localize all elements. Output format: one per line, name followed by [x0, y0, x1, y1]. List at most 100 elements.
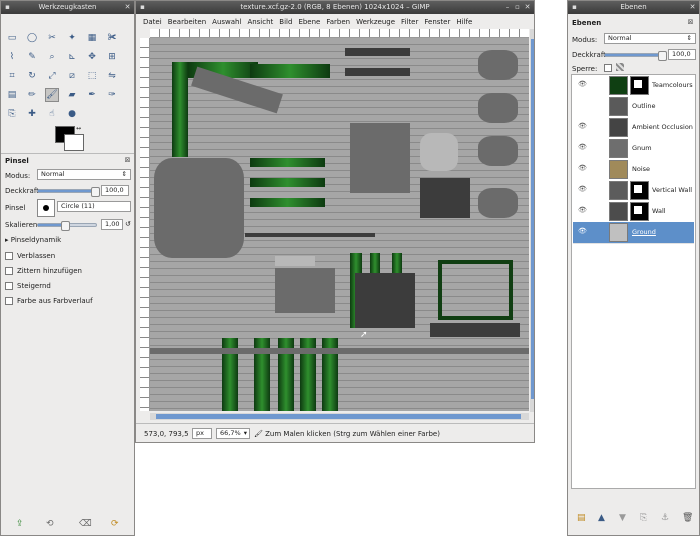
- color-select-icon[interactable]: ▦: [85, 31, 99, 45]
- lower-layer-icon[interactable]: ▼: [619, 513, 626, 523]
- delete-options-icon[interactable]: ⌫: [79, 519, 92, 529]
- panel-close-icon[interactable]: ⊠: [123, 156, 132, 165]
- layer-row[interactable]: Outline: [573, 96, 694, 118]
- layer-thumbnail[interactable]: [609, 118, 628, 137]
- close-icon[interactable]: ✕: [123, 3, 132, 12]
- scale-icon[interactable]: ⤢: [45, 69, 59, 83]
- visibility-eye-icon[interactable]: 👁: [578, 228, 587, 235]
- layer-row[interactable]: 👁 Ambient Occlusion: [573, 117, 694, 139]
- perspective-icon[interactable]: ⬚: [85, 69, 99, 83]
- color-picker-icon[interactable]: ✎: [25, 50, 39, 64]
- menu-ansicht[interactable]: Ansicht: [244, 16, 276, 28]
- menu-auswahl[interactable]: Auswahl: [209, 16, 244, 28]
- shear-icon[interactable]: ⧄: [65, 69, 79, 83]
- lock-alpha-icon[interactable]: [616, 63, 624, 71]
- visibility-eye-icon[interactable]: 👁: [578, 81, 587, 88]
- menu-werkzeuge[interactable]: Werkzeuge: [353, 16, 398, 28]
- ellipse-select-icon[interactable]: ◯: [25, 31, 39, 45]
- layers-opacity-slider[interactable]: [604, 51, 667, 61]
- menu-ebene[interactable]: Ebene: [295, 16, 323, 28]
- layer-thumbnail[interactable]: [609, 97, 628, 116]
- scale-spinbox[interactable]: 1,00: [101, 219, 123, 230]
- menu-farben[interactable]: Farben: [323, 16, 353, 28]
- option-jitter[interactable]: Zittern hinzufügen: [5, 267, 82, 275]
- layers-titlebar[interactable]: ▪ Ebenen ✕: [568, 1, 699, 14]
- layer-name[interactable]: Gnum: [632, 144, 652, 152]
- checkbox[interactable]: [5, 297, 13, 305]
- layer-name[interactable]: Teamcolours: [652, 81, 693, 89]
- new-layer-icon[interactable]: ▤: [577, 513, 586, 523]
- layer-row[interactable]: 👁 Wall: [573, 201, 694, 223]
- anchor-layer-icon[interactable]: ⚓: [661, 513, 669, 523]
- top-ruler[interactable]: [150, 29, 529, 38]
- brush-name-field[interactable]: Circle (11): [57, 201, 131, 212]
- window-menu-icon[interactable]: ▪: [138, 3, 147, 12]
- layer-name[interactable]: Ground: [632, 228, 656, 236]
- menu-bild[interactable]: Bild: [276, 16, 295, 28]
- flip-icon[interactable]: ⇋: [105, 69, 119, 83]
- save-options-icon[interactable]: ⇪: [16, 519, 24, 529]
- visibility-eye-icon[interactable]: 👁: [578, 165, 587, 172]
- minimize-icon[interactable]: –: [503, 3, 512, 12]
- clone-icon[interactable]: ⎘: [5, 107, 19, 121]
- eraser-icon[interactable]: ▰: [65, 88, 79, 102]
- layers-opacity-spinbox[interactable]: 100,0: [668, 49, 696, 60]
- horizontal-scrollbar[interactable]: [150, 413, 529, 420]
- layer-row[interactable]: 👁 Teamcolours: [573, 75, 694, 97]
- layer-row[interactable]: 👁 Noise: [573, 159, 694, 181]
- opacity-slider[interactable]: [37, 187, 100, 197]
- pencil-icon[interactable]: ✏: [25, 88, 39, 102]
- menu-bearbeiten[interactable]: Bearbeiten: [165, 16, 209, 28]
- layer-thumbnail[interactable]: [609, 223, 628, 242]
- scissors-icon[interactable]: ✀: [105, 31, 119, 45]
- dodge-burn-icon[interactable]: ●: [65, 107, 79, 121]
- window-menu-icon[interactable]: ▪: [3, 3, 12, 12]
- crop-icon[interactable]: ⌗: [5, 69, 19, 83]
- menu-filter[interactable]: Filter: [398, 16, 421, 28]
- left-ruler[interactable]: [140, 38, 150, 411]
- horizontal-scrollbar-thumb[interactable]: [156, 414, 521, 419]
- layer-name[interactable]: Wall: [652, 207, 666, 215]
- lock-pixels-checkbox[interactable]: [604, 64, 612, 72]
- dynamics-expander[interactable]: ▸ Pinseldynamik: [5, 236, 61, 244]
- layer-mask-thumbnail[interactable]: [630, 202, 649, 221]
- layer-mask-thumbnail[interactable]: [630, 76, 649, 95]
- maximize-icon[interactable]: ▫: [513, 3, 522, 12]
- layers-tab[interactable]: Ebenen: [572, 19, 601, 27]
- scale-slider[interactable]: [37, 221, 97, 231]
- layer-thumbnail[interactable]: [609, 76, 628, 95]
- panel-close-icon[interactable]: ⊠: [686, 18, 695, 27]
- layer-thumbnail[interactable]: [609, 181, 628, 200]
- duplicate-layer-icon[interactable]: ⎘: [640, 513, 647, 523]
- layer-mask-thumbnail[interactable]: [630, 181, 649, 200]
- fuzzy-select-icon[interactable]: ✦: [65, 31, 79, 45]
- paths-icon[interactable]: ⌇: [5, 50, 19, 64]
- swap-colors-icon[interactable]: ↔: [76, 125, 81, 132]
- option-incremental[interactable]: Steigernd: [5, 282, 51, 290]
- layer-thumbnail[interactable]: [609, 160, 628, 179]
- zoom-icon[interactable]: ⌕: [45, 50, 59, 64]
- restore-options-icon[interactable]: ⟲: [46, 519, 54, 529]
- scale-slider-handle[interactable]: [61, 221, 70, 231]
- visibility-eye-icon[interactable]: 👁: [578, 207, 587, 214]
- image-titlebar[interactable]: ▪ texture.xcf.gz-2.0 (RGB, 8 Ebenen) 102…: [136, 1, 534, 14]
- free-select-icon[interactable]: ✂: [45, 31, 59, 45]
- layer-name[interactable]: Outline: [632, 102, 656, 110]
- visibility-eye-icon[interactable]: [578, 102, 587, 109]
- align-icon[interactable]: ⊞: [105, 50, 119, 64]
- opacity-slider-handle[interactable]: [91, 187, 100, 197]
- checkbox[interactable]: [5, 282, 13, 290]
- vertical-scrollbar-thumb[interactable]: [531, 39, 534, 399]
- mode-select[interactable]: Normal ⇕: [37, 169, 131, 180]
- heal-icon[interactable]: ✚: [25, 107, 39, 121]
- layer-name[interactable]: Ambient Occlusion: [632, 123, 693, 131]
- window-menu-icon[interactable]: ▪: [570, 3, 579, 12]
- measure-icon[interactable]: ⊾: [65, 50, 79, 64]
- gradient-icon[interactable]: ▤: [5, 88, 19, 102]
- background-color-swatch[interactable]: [64, 134, 84, 151]
- zoom-select[interactable]: 66,7% ▾: [216, 428, 250, 439]
- checkbox[interactable]: [5, 267, 13, 275]
- toolbox-titlebar[interactable]: ▪ Werkzeugkasten ✕: [1, 1, 134, 14]
- layers-mode-select[interactable]: Normal ⇕: [604, 33, 696, 44]
- vertical-scrollbar[interactable]: [530, 29, 534, 412]
